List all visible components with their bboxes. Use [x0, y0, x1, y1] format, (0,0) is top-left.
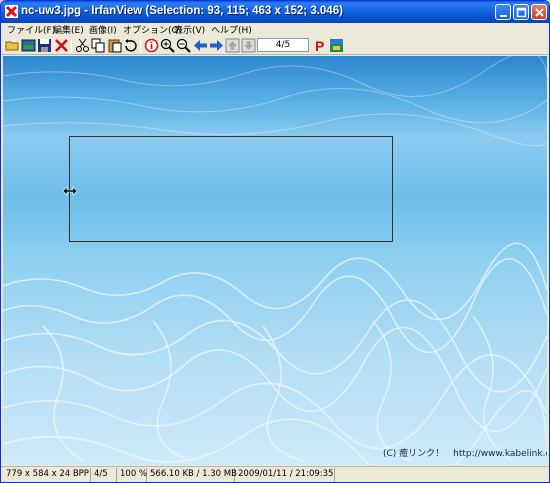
menu-file[interactable]: ファイル(F)	[7, 23, 55, 36]
title-bar[interactable]: nc-uw3.jpg - IrfanView (Selection: 93, 1…	[1, 1, 549, 23]
cut-icon[interactable]	[75, 38, 90, 53]
info-icon[interactable]	[144, 38, 159, 53]
toolbar-separator	[140, 39, 141, 53]
down-arrow-icon[interactable]	[241, 38, 256, 53]
resize-cursor-icon	[63, 186, 77, 196]
irfanview-app-icon	[5, 5, 18, 18]
svg-text:P: P	[315, 38, 324, 53]
copy-icon[interactable]	[91, 38, 106, 53]
close-button[interactable]	[531, 4, 547, 20]
thumbnails-icon[interactable]	[21, 38, 36, 53]
underwater-image	[3, 56, 547, 465]
close-icon	[535, 8, 544, 17]
status-datetime: 2009/01/11 / 21:09:35	[235, 468, 335, 482]
toolbar: 4/5 P	[1, 37, 549, 55]
menu-help[interactable]: ヘルプ(H)	[211, 23, 252, 36]
selection-rectangle[interactable]	[69, 136, 393, 242]
status-index: 4/5	[91, 468, 117, 482]
minimize-icon	[500, 15, 507, 17]
menu-image[interactable]: 画像(I)	[89, 23, 117, 36]
zoom-in-icon[interactable]	[160, 38, 175, 53]
status-zoom: 100 %	[117, 468, 147, 482]
undo-icon[interactable]	[123, 38, 138, 53]
next-icon[interactable]	[209, 38, 224, 53]
status-dimensions: 779 x 584 x 24 BPP	[3, 468, 91, 482]
maximize-icon	[516, 7, 527, 18]
minimize-button[interactable]	[495, 4, 511, 20]
status-bar: 779 x 584 x 24 BPP 4/5 100 % 566.10 KB /…	[1, 466, 549, 482]
image-viewport[interactable]: (C) 癒リンク！ http://www.kabelink.com	[3, 56, 547, 465]
page-indicator: 4/5	[257, 38, 309, 52]
image-watermark: (C) 癒リンク！ http://www.kabelink.com	[383, 449, 547, 459]
menu-bar: ファイル(F) 編集(E) 画像(I) オプション(O) 表示(V) ヘルプ(H…	[1, 23, 549, 37]
window-title: nc-uw3.jpg - IrfanView (Selection: 93, 1…	[21, 5, 343, 17]
irfanview-window: nc-uw3.jpg - IrfanView (Selection: 93, 1…	[0, 0, 550, 483]
paypal-icon[interactable]: P	[313, 38, 328, 53]
up-arrow-icon[interactable]	[225, 38, 240, 53]
menu-edit[interactable]: 編集(E)	[53, 23, 84, 36]
open-folder-icon[interactable]	[5, 38, 20, 53]
palette-icon[interactable]	[329, 38, 344, 53]
menu-view[interactable]: 表示(V)	[174, 23, 205, 36]
paste-icon[interactable]	[107, 38, 122, 53]
delete-icon[interactable]	[54, 38, 69, 53]
maximize-button[interactable]	[513, 4, 529, 20]
previous-icon[interactable]	[193, 38, 208, 53]
status-filesize: 566.10 KB / 1.30 MB	[147, 468, 237, 482]
zoom-out-icon[interactable]	[176, 38, 191, 53]
toolbar-separator	[71, 39, 72, 53]
save-icon[interactable]	[37, 38, 52, 53]
